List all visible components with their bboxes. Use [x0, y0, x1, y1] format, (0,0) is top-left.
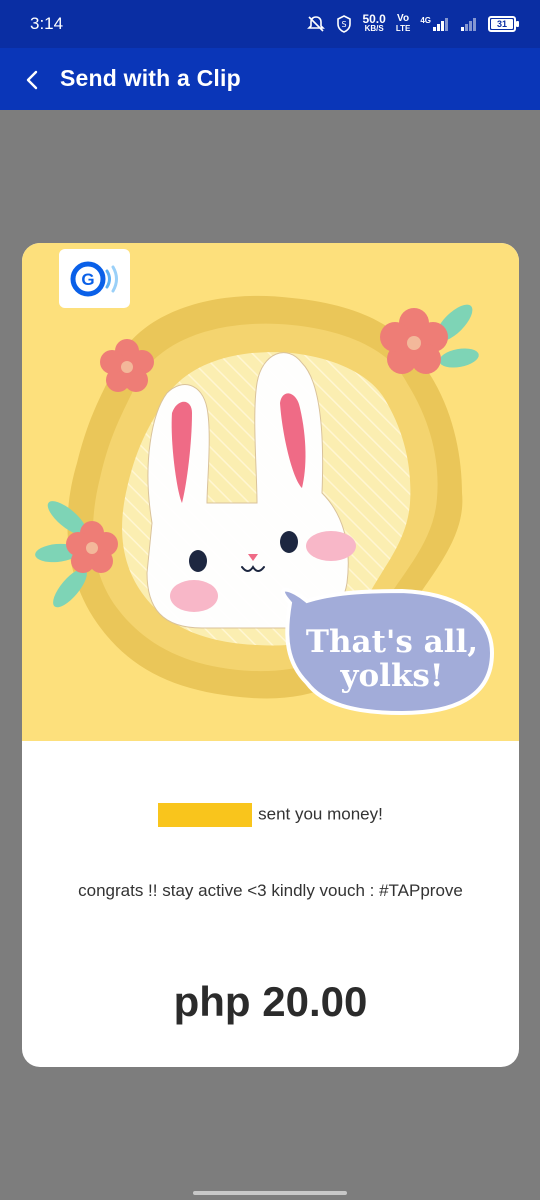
- svg-text:S: S: [342, 20, 347, 29]
- net-speed-value: 50.0: [362, 12, 386, 26]
- page-title: Send with a Clip: [60, 65, 241, 91]
- signal-icon-2: [460, 16, 478, 32]
- status-icons: S 50.0 KB/S Vo LTE 4G 31: [306, 10, 519, 38]
- net-speed-unit: KB/S: [364, 24, 384, 33]
- app-bar: Send with a Clip: [0, 48, 540, 110]
- gcash-logo-icon: G: [70, 261, 118, 296]
- svg-text:G: G: [81, 270, 94, 289]
- home-indicator[interactable]: [193, 1191, 347, 1195]
- volte-bottom: LTE: [395, 24, 411, 33]
- network-type: 4G: [420, 16, 431, 25]
- status-time: 3:14: [30, 14, 64, 33]
- clip-message: congrats !! stay active <3 kindly vouch …: [78, 881, 463, 900]
- signal-icon: 4G: [420, 16, 450, 32]
- net-speed: 50.0 KB/S: [362, 12, 386, 34]
- volte-indicator: Vo LTE: [396, 14, 411, 34]
- clip-illustration: That's all, yolks! G: [22, 243, 519, 741]
- back-chevron-icon: [26, 70, 38, 90]
- back-button[interactable]: [12, 60, 52, 100]
- speech-text: That's all, yolks!: [287, 625, 497, 693]
- battery-icon: 31: [488, 16, 519, 32]
- sender-text: sent you money!: [258, 804, 383, 824]
- sender-name-redacted: [158, 803, 253, 827]
- volte-top: Vo: [397, 13, 410, 24]
- status-bar: 3:14 S 50.0 KB/S Vo LTE 4G 31: [0, 0, 540, 48]
- clip-card: That's all, yolks! G sent you money! con…: [22, 243, 519, 1067]
- mute-icon: [306, 15, 326, 33]
- battery-level: 31: [496, 19, 507, 29]
- speech-line-2: yolks!: [340, 658, 444, 694]
- sender-row: sent you money!: [22, 803, 519, 827]
- amount: php 20.00: [173, 978, 368, 1025]
- speech-line-1: That's all,: [305, 624, 479, 660]
- flower-right-top: [380, 304, 479, 374]
- shield-icon: S: [336, 15, 352, 33]
- gcash-logo: G: [59, 249, 130, 308]
